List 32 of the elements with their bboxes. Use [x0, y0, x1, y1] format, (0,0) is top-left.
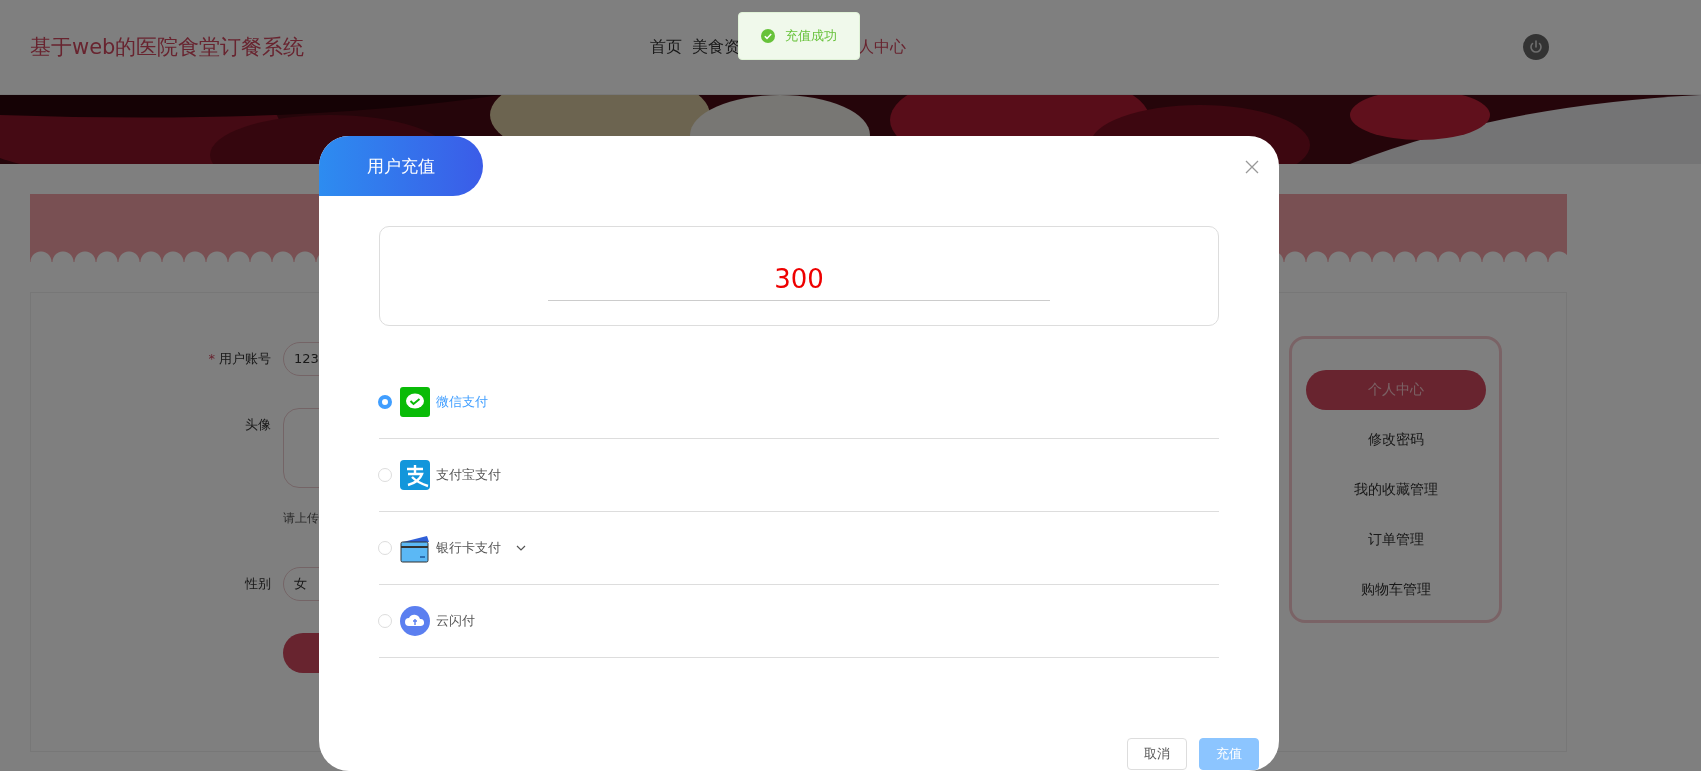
- field-label: 用户账号: [219, 351, 271, 366]
- payment-label: 支付宝支付: [436, 465, 501, 484]
- close-icon[interactable]: [1245, 160, 1259, 174]
- sidebar-item[interactable]: 修改密码: [1305, 420, 1486, 460]
- payment-option[interactable]: 银行卡支付: [379, 512, 1219, 585]
- sidebar-item[interactable]: 我的收藏管理: [1305, 470, 1486, 510]
- wechat-icon: [400, 386, 430, 417]
- amount-input[interactable]: 300: [548, 258, 1050, 301]
- nav-link[interactable]: 人中心: [858, 36, 906, 58]
- payment-label: 云闪付: [436, 611, 475, 630]
- nav-link[interactable]: 首页: [650, 36, 682, 58]
- sidebar-item[interactable]: 购物车管理: [1305, 570, 1486, 610]
- field-label: 性别: [245, 576, 271, 591]
- radio-button[interactable]: [378, 394, 392, 409]
- check-circle-icon: [761, 29, 775, 43]
- payment-option[interactable]: 云闪付: [379, 585, 1219, 658]
- power-icon[interactable]: [1523, 34, 1549, 60]
- sidebar-item[interactable]: 订单管理: [1305, 520, 1486, 560]
- required-mark: *: [208, 351, 215, 366]
- nav-link[interactable]: 美食资: [692, 36, 740, 58]
- cancel-button[interactable]: 取消: [1127, 738, 1187, 770]
- field-label: 头像: [245, 417, 271, 432]
- cloud-icon: [400, 605, 430, 636]
- upload-hint: 请上传: [283, 510, 320, 527]
- payment-label: 微信支付: [436, 392, 488, 411]
- payment-option[interactable]: 支付宝支付: [379, 439, 1219, 512]
- alipay-icon: [400, 459, 430, 490]
- site-title: 基于web的医院食堂订餐系统: [30, 34, 306, 61]
- payment-label: 银行卡支付: [436, 538, 501, 557]
- payment-option[interactable]: 微信支付: [379, 366, 1219, 439]
- toast-text: 充值成功: [785, 27, 837, 45]
- dialog-title: 用户充值: [319, 136, 483, 196]
